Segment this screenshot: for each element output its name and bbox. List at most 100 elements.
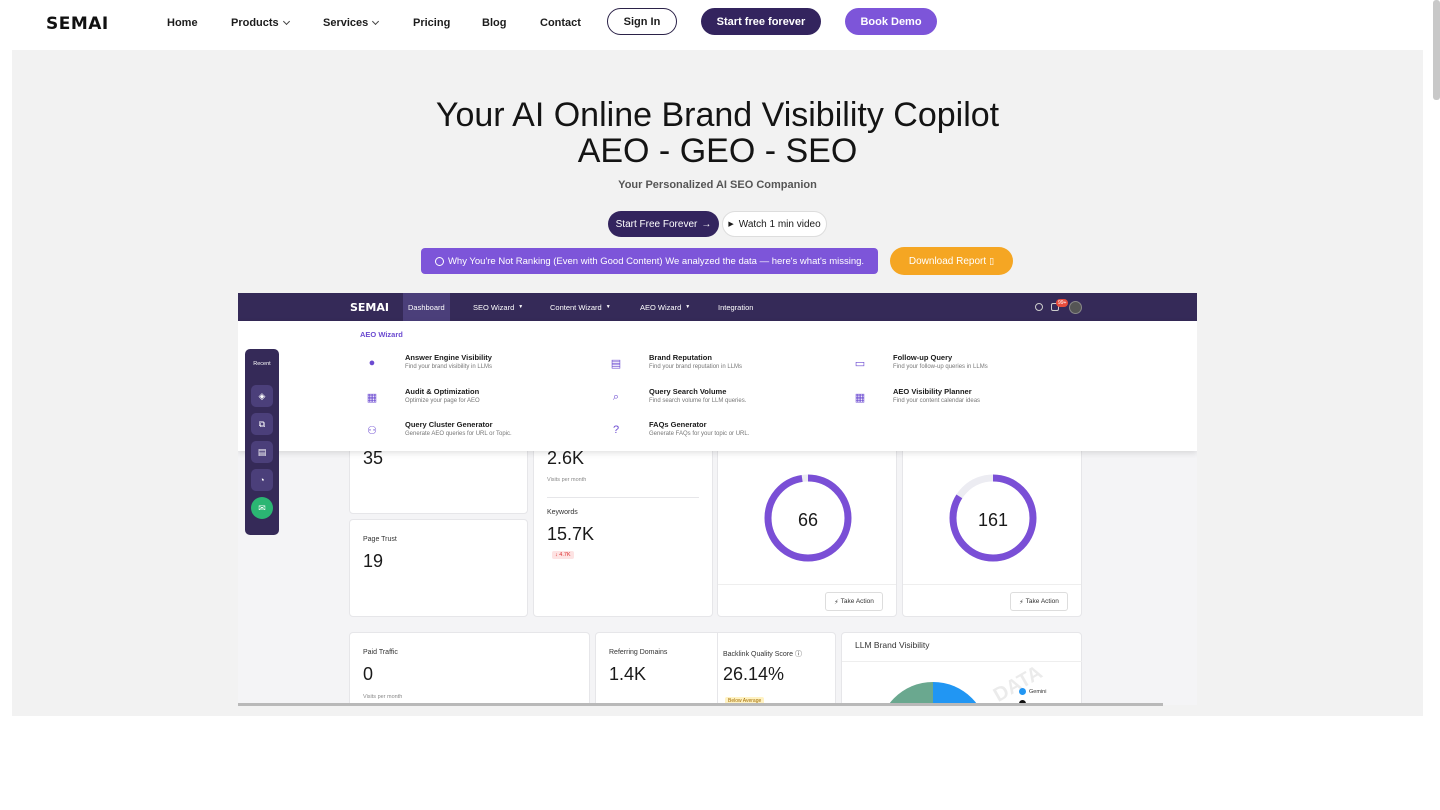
calendar-icon: ▦	[854, 391, 866, 404]
bolt-icon: ⚡	[1019, 598, 1024, 606]
watch-video-label: Watch 1 min video	[738, 218, 821, 230]
cluster-icon: ⚇	[367, 424, 377, 437]
aeo-wizard-dropdown: AEO Wizard ● Answer Engine Visibility Find…	[238, 321, 1197, 451]
nav-products-label: Products	[231, 17, 279, 29]
menu-item-desc: Generate AEO queries for URL or Topic.	[405, 431, 512, 437]
menu-item-title: Query Search Volume	[649, 387, 727, 396]
menu-item-desc: Find your brand visibility in LLMs	[405, 364, 493, 370]
nav-pricing[interactable]: Pricing	[413, 17, 450, 29]
caret-down-icon: ▼	[518, 304, 524, 310]
app-tab-aeo-wizard-label: AEO Wizard	[640, 302, 682, 312]
app-tab-content-wizard[interactable]: Content Wizard ▼	[550, 293, 611, 321]
nav-blog[interactable]: Blog	[482, 17, 506, 29]
legend-dot-gemini	[1019, 688, 1026, 695]
app-preview: SEMAI Dashboard SEO Wizard ▼ Content Wiza…	[238, 293, 1197, 705]
nav-home[interactable]: Home	[167, 17, 198, 29]
app-tab-content-wizard-label: Content Wizard	[550, 302, 602, 312]
sign-in-button[interactable]: Sign In	[607, 8, 677, 35]
clipboard-icon: ▤	[610, 357, 622, 370]
page-scrollbar[interactable]	[1433, 0, 1440, 100]
menu-item-follow-up-query[interactable]: ▭ Follow-up Query Find your follow-up quer…	[853, 353, 1083, 379]
app-tab-aeo-wizard[interactable]: AEO Wizard ▼	[640, 293, 690, 321]
keywords-value: 15.7K	[547, 524, 595, 544]
app-tab-integration[interactable]: Integration	[718, 293, 753, 321]
app-tab-dashboard[interactable]: Dashboard	[403, 293, 450, 321]
paid-traffic-label: Paid Traffic	[363, 649, 398, 656]
menu-item-answer-engine-visibility[interactable]: ● Answer Engine Visibility Find your brand…	[365, 353, 595, 379]
paid-traffic-card: Paid Traffic 0 Visits per month	[349, 632, 590, 705]
referring-domains-card: Referring Domains 1.4K Backlink Quality …	[595, 632, 836, 705]
menu-item-query-cluster-generator[interactable]: ⚇ Query Cluster Generator Generate AEO que…	[365, 420, 595, 446]
menu-item-desc: Optimize your page for AEO	[405, 398, 480, 404]
nav-services[interactable]: Services	[323, 17, 380, 29]
llm-visibility-label: LLM Brand Visibility	[855, 640, 930, 650]
menu-item-title: Query Cluster Generator	[405, 420, 493, 429]
take-action-button[interactable]: ⚡ Take Action	[825, 592, 883, 611]
hero-title-line2: AEO - GEO - SEO	[577, 132, 858, 170]
target-icon	[434, 256, 444, 266]
settings-icon[interactable]	[1035, 303, 1043, 311]
document-icon[interactable]: ▤	[251, 441, 273, 463]
take-action-label: Take Action	[840, 598, 874, 605]
gauge-card-2: 161 ⚡ Take Action	[902, 433, 1082, 617]
nav-contact[interactable]: Contact	[540, 17, 581, 29]
bolt-icon: ⚡	[834, 598, 839, 606]
menu-item-aeo-visibility-planner[interactable]: ▦ AEO Visibility Planner Find your content…	[853, 387, 1083, 413]
menu-item-audit-optimization[interactable]: ▦ Audit & Optimization Optimize your page …	[365, 387, 595, 413]
menu-item-title: AEO Visibility Planner	[893, 387, 972, 396]
audit-icon: ▦	[366, 391, 378, 404]
logo[interactable]: SEMAI	[46, 14, 109, 34]
chart-icon[interactable]: ◔	[251, 469, 273, 491]
app-tab-seo-wizard[interactable]: SEO Wizard ▼	[473, 293, 523, 321]
menu-item-brand-reputation[interactable]: ▤ Brand Reputation Find your brand reputat…	[609, 353, 839, 379]
ranking-banner[interactable]: Why You're Not Ranking (Even with Good C…	[421, 248, 878, 274]
keywords-delta: ↓ 4.7K	[552, 551, 574, 559]
avatar[interactable]	[1069, 301, 1082, 314]
recent-sidebar: Recent ◈ ⧉ ▤ ◔ ✉	[245, 349, 279, 535]
divider	[842, 661, 1082, 662]
menu-item-desc: Find your content calendar ideas	[893, 398, 981, 404]
watermark: DATA	[989, 661, 1047, 705]
book-demo-button[interactable]: Book Demo	[845, 8, 937, 35]
menu-item-desc: Find your follow-up queries in LLMs	[893, 364, 988, 370]
visits-sub: Visits per month	[547, 477, 587, 483]
visits-value: 2.6K	[547, 448, 585, 468]
nav-services-label: Services	[323, 17, 369, 29]
arrow-right-icon: →	[701, 218, 712, 230]
page-trust-card: Page Trust 19	[349, 519, 528, 617]
start-free-forever-button[interactable]: Start Free Forever →	[608, 211, 719, 237]
traffic-card: 2.6K Visits per month Keywords 15.7K ↓ 4…	[533, 433, 713, 617]
backlink-label-text: Backlink Quality Score	[723, 651, 794, 658]
menu-item-query-search-volume[interactable]: ⌕ Query Search Volume Find search volume f…	[609, 387, 839, 413]
download-report-label: Download Report	[908, 255, 987, 267]
menu-item-desc: Find your brand reputation in LLMs	[649, 364, 743, 370]
layers-icon[interactable]: ◈	[251, 385, 273, 407]
info-icon[interactable]: ⓘ	[795, 651, 802, 658]
gauge-value-2: 161	[977, 510, 1009, 530]
paid-traffic-value: 0	[363, 664, 374, 684]
divider	[547, 497, 699, 498]
nav-products[interactable]: Products	[231, 17, 290, 29]
take-action-button[interactable]: ⚡ Take Action	[1010, 592, 1068, 611]
menu-item-faqs-generator[interactable]: ? FAQs Generator Generate FAQs for your to…	[609, 420, 839, 446]
start-free-button[interactable]: Start free forever	[701, 8, 821, 35]
start-free-forever-label: Start Free Forever	[615, 218, 698, 230]
magnifier-icon: ⌕	[612, 390, 620, 403]
divider	[903, 584, 1081, 585]
hero-subtitle: Your Personalized AI SEO Companion	[618, 179, 817, 191]
menu-item-title: Answer Engine Visibility	[405, 353, 492, 362]
app-logo: SEMAI	[350, 301, 389, 314]
chevron-down-icon	[282, 17, 290, 26]
page-trust-label: Page Trust	[363, 536, 397, 543]
keywords-label: Keywords	[547, 509, 578, 516]
preview-scrollbar[interactable]	[238, 703, 1163, 706]
app-tab-seo-wizard-label: SEO Wizard	[473, 302, 515, 312]
gauge-value-1: 66	[797, 510, 819, 530]
llm-visibility-card: LLM Brand Visibility DATA Gemini	[841, 632, 1082, 705]
chat-icon[interactable]: ✉	[251, 497, 273, 519]
copy-icon[interactable]: ⧉	[251, 413, 273, 435]
gauge-card-1: 66 ⚡ Take Action	[717, 433, 897, 617]
download-report-button[interactable]: Download Report ▯	[890, 247, 1013, 275]
divider	[717, 633, 718, 705]
watch-video-button[interactable]: ▶ Watch 1 min video	[722, 211, 827, 237]
